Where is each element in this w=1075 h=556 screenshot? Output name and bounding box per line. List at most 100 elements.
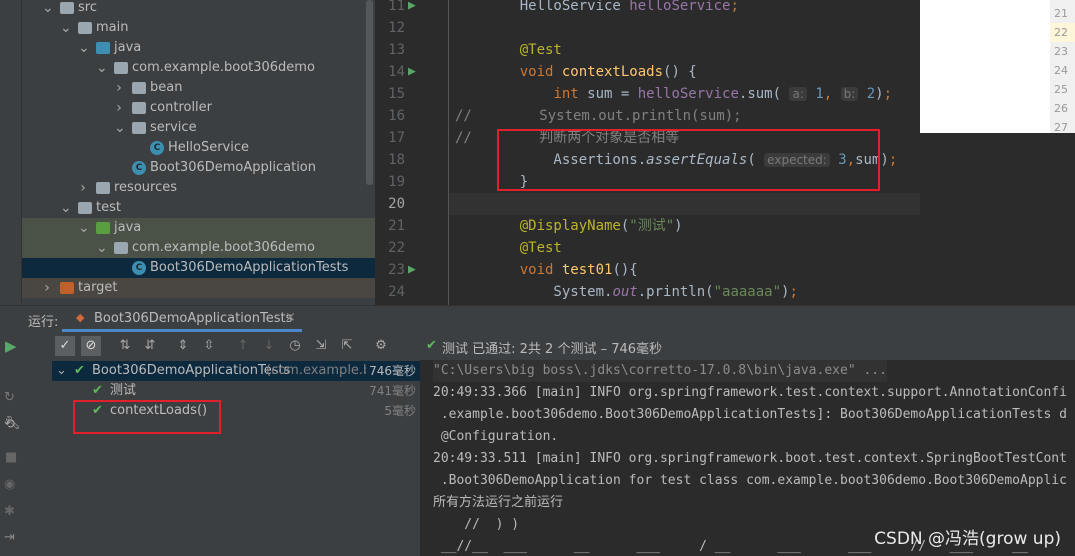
tree-item[interactable]: › bean	[22, 78, 375, 98]
resources-folder-icon	[96, 182, 110, 194]
folder-icon	[78, 202, 92, 214]
test-name: 测试	[110, 383, 137, 398]
console-line: @Configuration.	[433, 429, 559, 444]
previous-icon[interactable]: ↑	[233, 336, 253, 356]
run-test-gutter-icon[interactable]: ▶	[408, 64, 416, 79]
code-line: @Test	[486, 240, 562, 256]
exit-icon[interactable]: ⇥	[4, 530, 15, 545]
sort-duration-icon[interactable]: ⇵	[140, 336, 160, 356]
collapse-all-icon[interactable]: ⇳	[199, 336, 219, 356]
chevron-down-icon[interactable]: ⌄	[78, 218, 90, 238]
history-icon[interactable]: ◷	[285, 336, 305, 356]
tree-item-label: HelloService	[168, 140, 249, 155]
test-duration: 741毫秒	[369, 384, 416, 398]
test-result-item[interactable]: ✔ 测试 741毫秒	[52, 381, 420, 401]
run-tree-gutter	[22, 360, 52, 556]
tree-item[interactable]: › controller	[22, 98, 375, 118]
test-results-tree: ⌄ ✔ Boot306DemoApplicationTests (com.exampl…	[52, 360, 420, 556]
test-duration: 746毫秒	[366, 361, 416, 381]
rerun-icon[interactable]: ▶	[5, 337, 17, 355]
line-number: 20	[388, 196, 405, 212]
popup-line-number: 23	[1054, 45, 1068, 58]
tree-item[interactable]: ⌄ src	[22, 0, 375, 18]
tree-item[interactable]: ⌄ com.example.boot306demo	[22, 58, 375, 78]
expand-all-icon[interactable]: ⇕	[173, 336, 193, 356]
project-tree: ⌄ src ⌄ main ⌄ java ⌄ com.example.boot306demo › b…	[22, 0, 375, 305]
tree-item[interactable]: C Boot306DemoApplicationTests	[22, 258, 375, 278]
run-tab-label: Boot306DemoApplicationTests	[94, 311, 293, 326]
chevron-down-icon[interactable]: ⌄	[56, 361, 67, 381]
import-icon[interactable]: ⇲	[311, 336, 331, 356]
chevron-down-icon[interactable]: ⌄	[96, 58, 108, 78]
run-tab[interactable]: ◆ Boot306DemoApplicationTests ×	[62, 306, 302, 332]
chevron-down-icon[interactable]: ⌄	[42, 0, 54, 18]
tree-item[interactable]: › resources	[22, 178, 375, 198]
run-test-gutter-icon[interactable]: ▶	[408, 262, 416, 277]
close-icon[interactable]: ×	[285, 310, 296, 325]
chevron-right-icon[interactable]: ›	[78, 178, 88, 198]
tree-item-label: bean	[150, 80, 183, 95]
passed-check-icon: ✔	[74, 363, 85, 378]
sort-alpha-icon[interactable]: ⇅	[115, 336, 135, 356]
run-panel-header: 运行: ◆ Boot306DemoApplicationTests ×	[0, 305, 1075, 332]
chevron-right-icon[interactable]: ›	[114, 98, 124, 118]
tree-item[interactable]: ⌄ com.example.boot306demo	[22, 238, 375, 258]
console-line: 所有方法运行之前运行	[433, 495, 564, 510]
stop-icon[interactable]: ■	[5, 450, 17, 465]
package-icon	[132, 102, 146, 114]
line-number: 19	[388, 174, 405, 190]
watermark: CSDN @冯浩(grow up)	[874, 529, 1061, 549]
tree-item-label: com.example.boot306demo	[132, 240, 315, 255]
chevron-down-icon[interactable]: ⌄	[114, 118, 126, 138]
debug-icon[interactable]: ✱	[4, 504, 15, 519]
run-label: 运行:	[28, 315, 59, 330]
code-line: System.out.println("aaaaaa");	[486, 284, 798, 300]
tree-item[interactable]: › target	[22, 278, 375, 298]
excluded-folder-icon	[60, 282, 74, 294]
tree-item-label: test	[96, 200, 121, 215]
chevron-right-icon[interactable]: ›	[42, 278, 52, 298]
chevron-down-icon[interactable]: ⌄	[60, 18, 72, 38]
run-test-gutter-icon[interactable]: ▶	[408, 0, 416, 13]
package-icon	[132, 122, 146, 134]
line-number: 22	[388, 240, 405, 256]
tree-item[interactable]: ⌄ main	[22, 18, 375, 38]
tree-item-label: main	[96, 20, 129, 35]
tree-item[interactable]: ⌄ java	[22, 218, 375, 238]
camera-icon[interactable]: ◉	[4, 477, 15, 492]
chevron-right-icon[interactable]: ›	[114, 78, 124, 98]
code-line: void test01(){	[486, 262, 638, 278]
popup-line-number: 22	[1050, 23, 1075, 42]
line-number: 15	[388, 86, 405, 102]
tree-item-label: com.example.boot306demo	[132, 60, 315, 75]
wrench-icon[interactable]: 🔧︎	[4, 416, 21, 431]
tree-item[interactable]: C Boot306DemoApplication	[22, 158, 375, 178]
project-tree-scrollbar[interactable]	[366, 0, 373, 185]
test-package: (com.example.bc	[266, 363, 379, 378]
test-result-item[interactable]: ⌄ ✔ Boot306DemoApplicationTests (com.exampl…	[52, 361, 420, 381]
show-passed-icon[interactable]: ✓	[55, 336, 75, 356]
tree-item-label: service	[150, 120, 197, 135]
line-number: 13	[388, 42, 405, 58]
gear-icon[interactable]: ⚙	[371, 336, 391, 356]
chevron-down-icon[interactable]: ⌄	[78, 38, 90, 58]
export-icon[interactable]: ⇱	[337, 336, 357, 356]
chevron-down-icon[interactable]: ⌄	[96, 238, 108, 258]
test-status: 测试 已通过: 2共 2 个测试 – 746毫秒	[442, 342, 663, 357]
code-line: int sum = helloService.sum( a: 1, b: 2);	[553, 86, 893, 102]
tree-item[interactable]: C HelloService	[22, 138, 375, 158]
console-line: .Boot306DemoApplication for test class c…	[433, 473, 1067, 488]
popup-line-number: 25	[1054, 83, 1068, 96]
line-number: 16	[388, 108, 405, 124]
tree-item[interactable]: ⌄ service	[22, 118, 375, 138]
tree-item[interactable]: ⌄ test	[22, 198, 375, 218]
rerun-failed-icon[interactable]: ↻	[4, 390, 15, 405]
code-line: // System.out.println(sum);	[455, 108, 742, 124]
tree-item[interactable]: ⌄ java	[22, 38, 375, 58]
show-ignored-icon[interactable]: ⊘	[81, 336, 101, 356]
tree-item-label: resources	[114, 180, 178, 195]
next-icon[interactable]: ↓	[259, 336, 279, 356]
chevron-down-icon[interactable]: ⌄	[60, 198, 72, 218]
popup-line-number: 26	[1054, 102, 1068, 115]
highlight-box-test	[73, 400, 221, 434]
